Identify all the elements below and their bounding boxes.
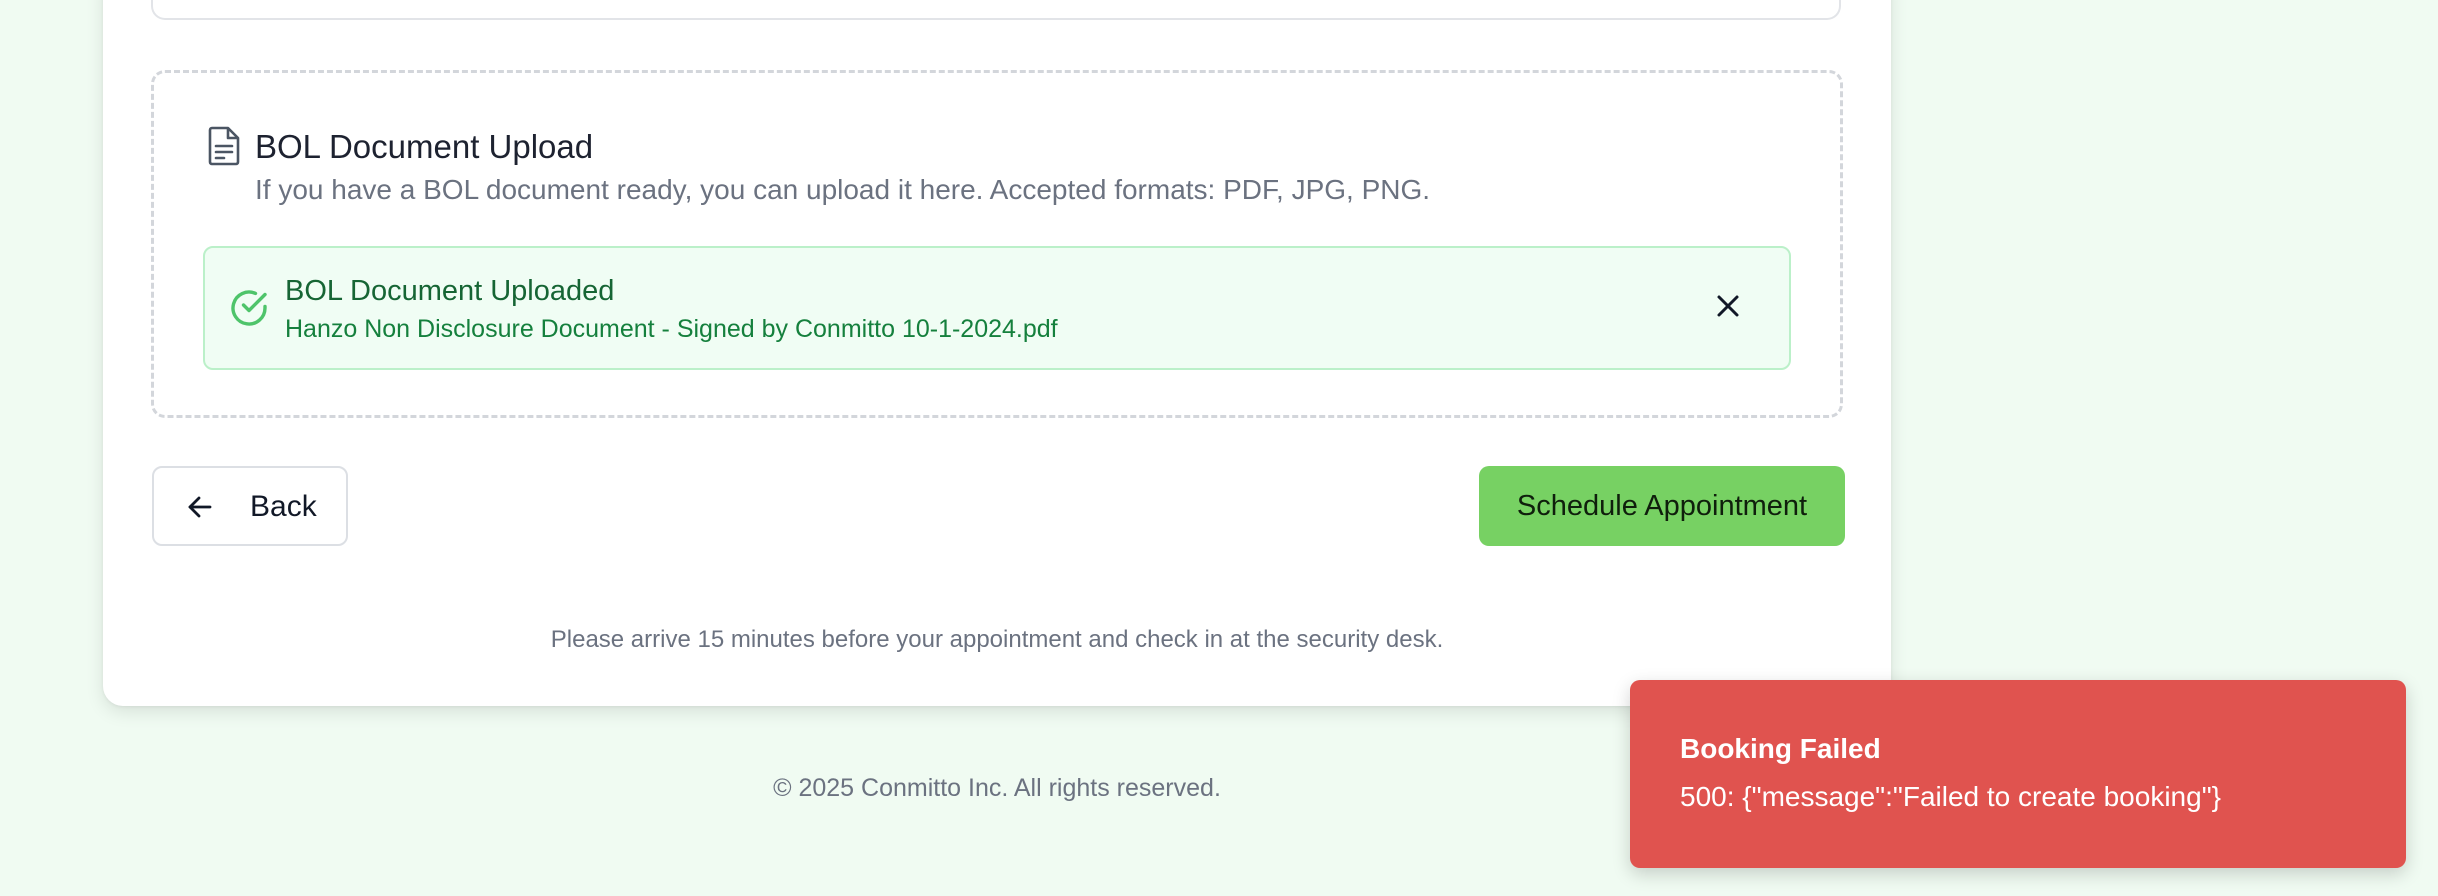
arrow-left-icon <box>188 496 212 518</box>
toast-message: 500: {"message":"Failed to create bookin… <box>1680 781 2221 812</box>
booking-card: BOL Document Upload If you have a BOL do… <box>103 0 1891 706</box>
uploaded-file-banner: BOL Document Uploaded Hanzo Non Disclosu… <box>203 246 1791 370</box>
error-toast[interactable]: Booking Failed 500: {"message":"Failed t… <box>1630 680 2406 868</box>
uploaded-title: BOL Document Uploaded <box>285 275 615 307</box>
uploaded-filename: Hanzo Non Disclosure Document - Signed b… <box>285 315 1058 343</box>
document-icon <box>206 126 242 166</box>
check-circle-icon <box>229 288 269 328</box>
bol-upload-section: BOL Document Upload If you have a BOL do… <box>151 70 1843 418</box>
arrival-note: Please arrive 15 minutes before your app… <box>550 626 1444 653</box>
back-button[interactable]: Back <box>152 466 348 546</box>
upload-section-description: If you have a BOL document ready, you ca… <box>255 174 1431 205</box>
close-icon <box>1716 294 1740 323</box>
previous-section-bottom <box>151 0 1841 20</box>
remove-file-button[interactable] <box>1710 290 1746 326</box>
schedule-appointment-button[interactable]: Schedule Appointment <box>1479 466 1845 546</box>
footer-copyright: © 2025 Conmitto Inc. All rights reserved… <box>773 774 1221 802</box>
upload-section-title: BOL Document Upload <box>255 128 594 165</box>
back-button-label: Back <box>250 490 317 523</box>
toast-title: Booking Failed <box>1680 733 1881 764</box>
